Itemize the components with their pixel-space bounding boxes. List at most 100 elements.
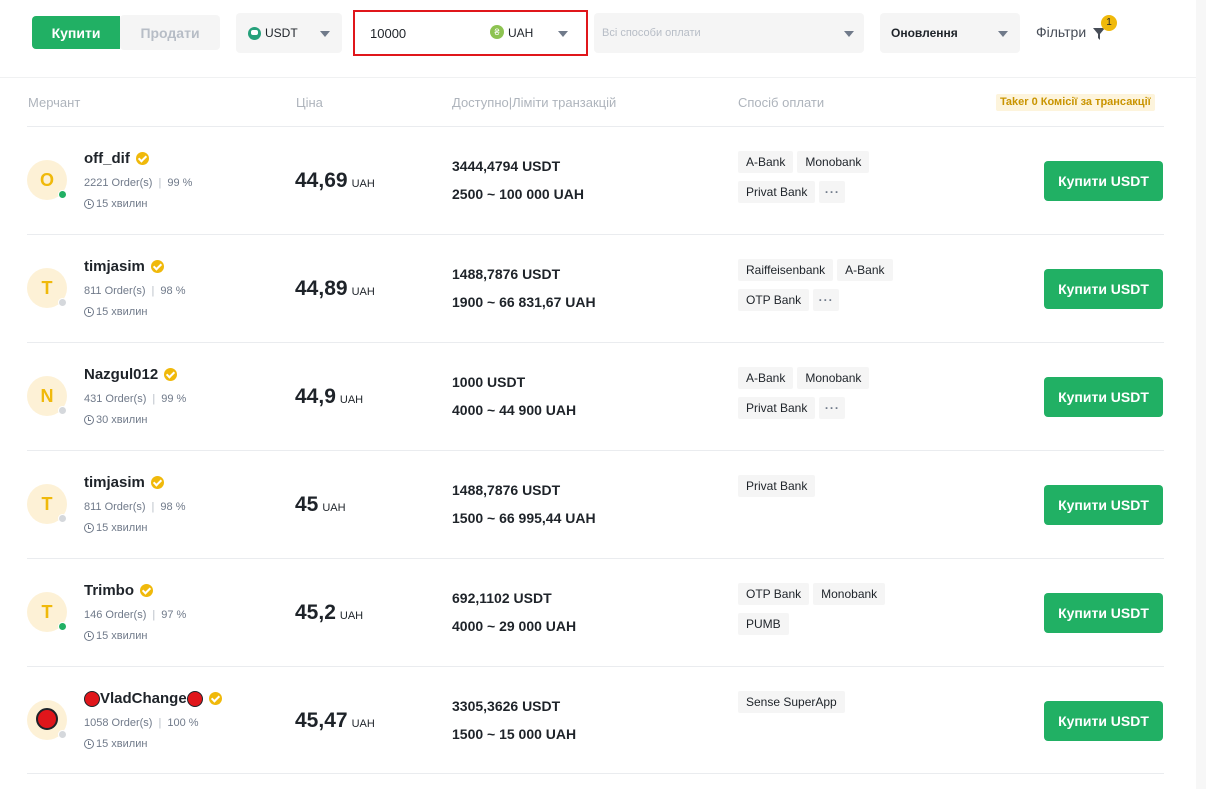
merchant-stats: 811 Order(s) | 98 % <box>84 501 185 513</box>
buy-sell-toggle: Купити Продати <box>32 15 220 51</box>
payment-method-tag: Privat Bank <box>738 475 816 497</box>
asset-select[interactable]: USDT <box>236 13 342 53</box>
payment-methods: Privat Bank <box>738 475 938 497</box>
transaction-limits: 4000 ~ 44 900 UAH <box>452 402 577 418</box>
verified-badge-icon <box>140 584 154 597</box>
merchant-name[interactable]: timjasim <box>84 258 145 275</box>
offer-price: 44,89 UAH <box>295 277 375 301</box>
price-value: 44,69 <box>295 169 348 192</box>
price-unit: UAH <box>339 610 364 622</box>
divider: | <box>151 501 155 513</box>
buy-usdt-button[interactable]: Купити USDT <box>1044 485 1163 525</box>
clock-icon <box>84 415 94 425</box>
buy-usdt-button[interactable]: Купити USDT <box>1044 269 1163 309</box>
table-row: Ttimjasim 811 Order(s) | 98 % 15 хвилин 45 UAH… <box>27 450 1164 558</box>
offer-price: 45,47 UAH <box>295 709 375 733</box>
payment-methods: Sense SuperApp <box>738 691 938 713</box>
order-count: 431 Order(s) <box>84 393 147 405</box>
top-toolbar: Купити Продати USDT 10000 ₴ UAH Всі спос… <box>0 0 1196 78</box>
red-circle-icon <box>186 690 203 707</box>
red-circle-icon <box>84 690 100 707</box>
payment-time-value: 15 хвилин <box>96 738 148 750</box>
price-unit: UAH <box>351 718 375 730</box>
available-amount: 1000 USDT <box>452 374 526 390</box>
price-unit: UAH <box>351 178 375 190</box>
merchant-name[interactable]: Trimbo <box>84 582 134 599</box>
refresh-select[interactable]: Оновлення <box>880 13 1020 53</box>
more-methods-button[interactable]: ··· <box>819 397 846 419</box>
payment-method-select[interactable]: Всі способи оплати <box>594 13 864 53</box>
buy-usdt-button[interactable]: Купити USDT <box>1044 593 1163 633</box>
merchant-name[interactable]: VladChange <box>100 690 187 707</box>
merchant-name-line: timjasim <box>84 474 164 491</box>
payment-method-tag: Monobank <box>797 151 870 173</box>
payment-time-value: 15 хвилин <box>96 630 148 642</box>
header-price: Ціна <box>296 95 323 110</box>
clock-icon <box>84 199 94 209</box>
more-methods-button[interactable]: ··· <box>819 181 846 203</box>
chevron-down-icon[interactable] <box>558 31 568 37</box>
verified-badge-icon <box>150 260 164 273</box>
amount-input[interactable]: 10000 ₴ UAH <box>353 10 588 56</box>
divider: | <box>151 285 155 297</box>
merchant-stats: 1058 Order(s) | 100 % <box>84 717 199 729</box>
refresh-select-value: Оновлення <box>891 26 958 40</box>
payment-time: 15 хвилин <box>84 738 147 750</box>
header-merchant: Мерчант <box>28 95 81 110</box>
merchant-name-line: Trimbo <box>84 582 154 599</box>
order-count: 811 Order(s) <box>84 501 146 513</box>
divider: | <box>158 717 162 729</box>
price-value: 45,47 <box>295 709 348 732</box>
payment-time: 15 хвилин <box>84 522 147 534</box>
payment-time: 15 хвилин <box>84 198 147 210</box>
payment-method-tag: Sense SuperApp <box>738 691 845 713</box>
payment-methods: A-Bank Monobank Privat Bank ··· <box>738 367 938 419</box>
payment-method-tag: Raiffeisenbank <box>738 259 834 281</box>
completion-rate: 98 % <box>160 501 186 513</box>
payment-method-tag: A-Bank <box>837 259 893 281</box>
divider: | <box>152 609 156 621</box>
scrollbar[interactable] <box>1196 0 1206 789</box>
merchant-stats: 146 Order(s) | 97 % <box>84 609 186 621</box>
merchant-name-line: VladChange <box>84 690 222 707</box>
tether-icon <box>248 26 261 40</box>
payment-time-value: 15 хвилин <box>96 306 148 318</box>
buy-usdt-button[interactable]: Купити USDT <box>1044 377 1163 417</box>
table-row: Ttimjasim 811 Order(s) | 98 % 15 хвилин 44,89… <box>27 234 1164 342</box>
amount-input-value: 10000 <box>370 26 407 41</box>
red-circle-icon <box>36 708 58 730</box>
offer-price: 45,2 UAH <box>295 601 363 625</box>
order-count: 146 Order(s) <box>84 609 147 621</box>
avatar-initial: N <box>40 386 54 406</box>
filter-icon[interactable] <box>1093 28 1105 40</box>
chevron-down-icon <box>320 31 330 37</box>
merchant-stats: 811 Order(s) | 98 % <box>84 285 185 297</box>
price-unit: UAH <box>322 502 346 514</box>
available-amount: 1488,7876 USDT <box>452 266 561 282</box>
table-row: VladChange 1058 Order(s) | 100 % 15 хвилин 45… <box>27 666 1164 774</box>
avatar-initial: T <box>41 494 53 514</box>
payment-time: 30 хвилин <box>84 414 147 426</box>
buy-usdt-button[interactable]: Купити USDT <box>1044 161 1163 201</box>
online-status-dot <box>58 514 67 523</box>
buy-usdt-button[interactable]: Купити USDT <box>1044 701 1163 741</box>
payment-method-tag: Privat Bank <box>738 181 816 203</box>
filters-count-badge: 1 <box>1101 15 1117 31</box>
buy-tab[interactable]: Купити <box>32 16 120 49</box>
merchant-name[interactable]: Nazgul012 <box>84 366 158 383</box>
price-value: 44,89 <box>295 277 348 300</box>
online-status-dot <box>58 190 67 199</box>
merchant-name-line: Nazgul012 <box>84 366 178 383</box>
payment-method-tag: OTP Bank <box>738 289 810 311</box>
divider: | <box>158 177 162 189</box>
merchant-name[interactable]: off_dif <box>84 150 130 167</box>
transaction-limits: 2500 ~ 100 000 UAH <box>452 186 584 202</box>
merchant-name[interactable]: timjasim <box>84 474 145 491</box>
payment-method-tag: OTP Bank <box>738 583 810 605</box>
fiat-select-value[interactable]: UAH <box>508 26 533 40</box>
completion-rate: 98 % <box>160 285 186 297</box>
filters-button[interactable]: Фільтри <box>1036 24 1086 40</box>
sell-tab[interactable]: Продати <box>120 15 220 50</box>
completion-rate: 99 % <box>161 393 187 405</box>
more-methods-button[interactable]: ··· <box>813 289 840 311</box>
